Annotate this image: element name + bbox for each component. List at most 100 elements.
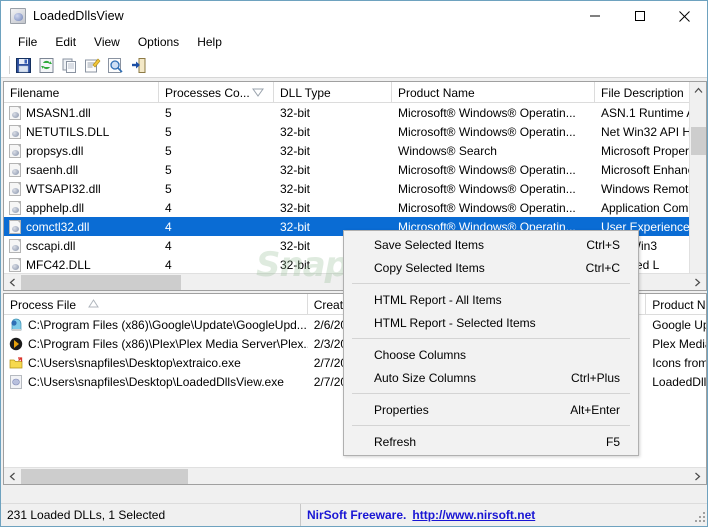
app-icon bbox=[10, 8, 26, 24]
sort-descending-icon bbox=[252, 87, 264, 101]
column-header-dll-type[interactable]: DLL Type bbox=[274, 82, 392, 103]
menu-item-shortcut: Ctrl+Plus bbox=[570, 370, 620, 385]
cell-product-name: Microsoft® Windows® Operatin... bbox=[398, 200, 576, 215]
cell-process-file: C:\Program Files (x86)\Plex\Plex Media S… bbox=[28, 336, 308, 351]
menu-item-label: Properties bbox=[374, 402, 429, 417]
cell-processes-count: 5 bbox=[165, 124, 172, 139]
cell-processes-count: 4 bbox=[165, 219, 172, 234]
menu-item-shortcut: F5 bbox=[605, 434, 620, 449]
cell-filename: comctl32.dll bbox=[26, 219, 90, 234]
dll-list-vertical-scrollbar[interactable] bbox=[689, 82, 706, 290]
resize-grip[interactable] bbox=[695, 512, 707, 524]
menu-edit[interactable]: Edit bbox=[46, 33, 85, 52]
menu-item-choose-columns[interactable]: Choose Columns bbox=[344, 343, 638, 366]
dll-file-icon bbox=[9, 200, 21, 215]
menu-separator bbox=[352, 338, 630, 339]
menu-item-label: Choose Columns bbox=[374, 347, 467, 362]
cell-processes-count: 5 bbox=[165, 143, 172, 158]
menu-item-shortcut: Ctrl+S bbox=[586, 237, 620, 252]
cell-filename: cscapi.dll bbox=[26, 238, 76, 253]
process-list-horizontal-scrollbar[interactable] bbox=[4, 467, 706, 484]
window-title: LoadedDllsView bbox=[33, 9, 124, 23]
dll-file-icon bbox=[9, 124, 21, 139]
menu-item-save-selected-items[interactable]: Save Selected Items Ctrl+S bbox=[344, 233, 638, 256]
loadeddllsview-icon bbox=[9, 374, 23, 389]
scroll-right-icon[interactable] bbox=[689, 274, 706, 291]
cell-product-name: Microsoft® Windows® Operatin... bbox=[398, 124, 576, 139]
menu-item-properties[interactable]: Properties Alt+Enter bbox=[344, 398, 638, 421]
status-brand-pane: NirSoft Freeware. http://www.nirsoft.net bbox=[301, 504, 707, 527]
horizontal-scrollbar-thumb[interactable] bbox=[21, 468, 188, 484]
column-header-processes-count[interactable]: Processes Co... bbox=[159, 82, 274, 103]
menu-view[interactable]: View bbox=[85, 33, 129, 52]
scroll-left-icon[interactable] bbox=[4, 468, 21, 485]
table-row[interactable]: MSASN1.dll 5 32-bit Microsoft® Windows® … bbox=[4, 103, 706, 122]
scroll-left-icon[interactable] bbox=[4, 274, 21, 291]
table-row[interactable]: NETUTILS.DLL 5 32-bit Microsoft® Windows… bbox=[4, 122, 706, 141]
dll-list-header: Filename Processes Co... DLL Type Produc… bbox=[4, 82, 706, 103]
refresh-icon[interactable] bbox=[35, 55, 57, 76]
menu-item-html-report-all-items[interactable]: HTML Report - All Items bbox=[344, 288, 638, 311]
menu-item-html-report-selected-items[interactable]: HTML Report - Selected Items bbox=[344, 311, 638, 334]
table-row[interactable]: rsaenh.dll 5 32-bit Microsoft® Windows® … bbox=[4, 160, 706, 179]
google-update-icon bbox=[9, 318, 23, 332]
cell-dll-type: 32-bit bbox=[280, 105, 311, 120]
cell-file-description: Application Com bbox=[601, 200, 689, 215]
horizontal-scrollbar-thumb[interactable] bbox=[21, 274, 181, 290]
menu-options[interactable]: Options bbox=[129, 33, 188, 52]
cell-filename: NETUTILS.DLL bbox=[26, 124, 110, 139]
dll-file-icon bbox=[9, 162, 21, 177]
column-header-filename[interactable]: Filename bbox=[4, 82, 159, 103]
menu-help[interactable]: Help bbox=[188, 33, 231, 52]
status-url-link[interactable]: http://www.nirsoft.net bbox=[412, 508, 535, 522]
copy-icon[interactable] bbox=[58, 55, 80, 76]
exit-icon[interactable] bbox=[127, 55, 149, 76]
vertical-scrollbar-thumb[interactable] bbox=[691, 127, 706, 155]
cell-file-description: ASN.1 Runtime A bbox=[601, 105, 691, 120]
menu-file[interactable]: File bbox=[9, 33, 46, 52]
cell-process-file: C:\Users\snapfiles\Desktop\extraico.exe bbox=[28, 355, 241, 370]
cell-dll-type: 32-bit bbox=[280, 162, 311, 177]
save-icon[interactable] bbox=[12, 55, 34, 76]
title-bar: LoadedDllsView bbox=[1, 1, 707, 31]
minimize-button[interactable] bbox=[572, 1, 617, 31]
scroll-up-icon[interactable] bbox=[690, 82, 706, 99]
scroll-right-icon[interactable] bbox=[689, 468, 706, 485]
dll-file-icon bbox=[9, 105, 21, 120]
column-header-product-name[interactable]: Product Name bbox=[392, 82, 595, 103]
extraico-icon bbox=[9, 356, 23, 370]
menu-separator bbox=[352, 425, 630, 426]
properties-icon[interactable] bbox=[81, 55, 103, 76]
menu-item-refresh[interactable]: Refresh F5 bbox=[344, 430, 638, 453]
status-brand: NirSoft Freeware. bbox=[307, 508, 407, 522]
maximize-button[interactable] bbox=[617, 1, 662, 31]
column-header-process-file[interactable]: Process File bbox=[4, 294, 308, 315]
table-row[interactable]: apphelp.dll 4 32-bit Microsoft® Windows®… bbox=[4, 198, 706, 217]
menu-item-copy-selected-items[interactable]: Copy Selected Items Ctrl+C bbox=[344, 256, 638, 279]
menu-item-shortcut: Ctrl+C bbox=[585, 260, 620, 275]
column-header-file-description[interactable]: File Description bbox=[595, 82, 691, 103]
cell-processes-count: 5 bbox=[165, 162, 172, 177]
toolbar bbox=[1, 53, 707, 78]
menu-item-auto-size-columns[interactable]: Auto Size Columns Ctrl+Plus bbox=[344, 366, 638, 389]
table-row[interactable]: WTSAPI32.dll 5 32-bit Microsoft® Windows… bbox=[4, 179, 706, 198]
menu-item-label: HTML Report - All Items bbox=[374, 292, 502, 307]
column-header-product-name-lower[interactable]: Product Nam bbox=[646, 294, 706, 315]
context-menu[interactable]: Save Selected Items Ctrl+S Copy Selected… bbox=[343, 230, 639, 456]
menu-item-label: Refresh bbox=[374, 434, 417, 449]
cell-filename: rsaenh.dll bbox=[26, 162, 79, 177]
table-row[interactable]: propsys.dll 5 32-bit Windows® Search Mic… bbox=[4, 141, 706, 160]
dll-file-icon bbox=[9, 219, 21, 234]
cell-filename: propsys.dll bbox=[26, 143, 84, 158]
menu-item-label: Copy Selected Items bbox=[374, 260, 485, 275]
menu-item-label: Save Selected Items bbox=[374, 237, 485, 252]
cell-product-name: Icons from fi bbox=[652, 355, 706, 370]
sort-ascending-icon bbox=[88, 297, 99, 311]
cell-product-name: Windows® Search bbox=[398, 143, 497, 158]
cell-process-file: C:\Users\snapfiles\Desktop\LoadedDllsVie… bbox=[28, 374, 284, 389]
cell-file-description: Microsoft Proper bbox=[601, 143, 690, 158]
find-icon[interactable] bbox=[104, 55, 126, 76]
cell-file-description: Microsoft Enhanc bbox=[601, 162, 691, 177]
close-button[interactable] bbox=[662, 1, 707, 31]
horizontal-scrollbar-track[interactable] bbox=[21, 468, 689, 485]
